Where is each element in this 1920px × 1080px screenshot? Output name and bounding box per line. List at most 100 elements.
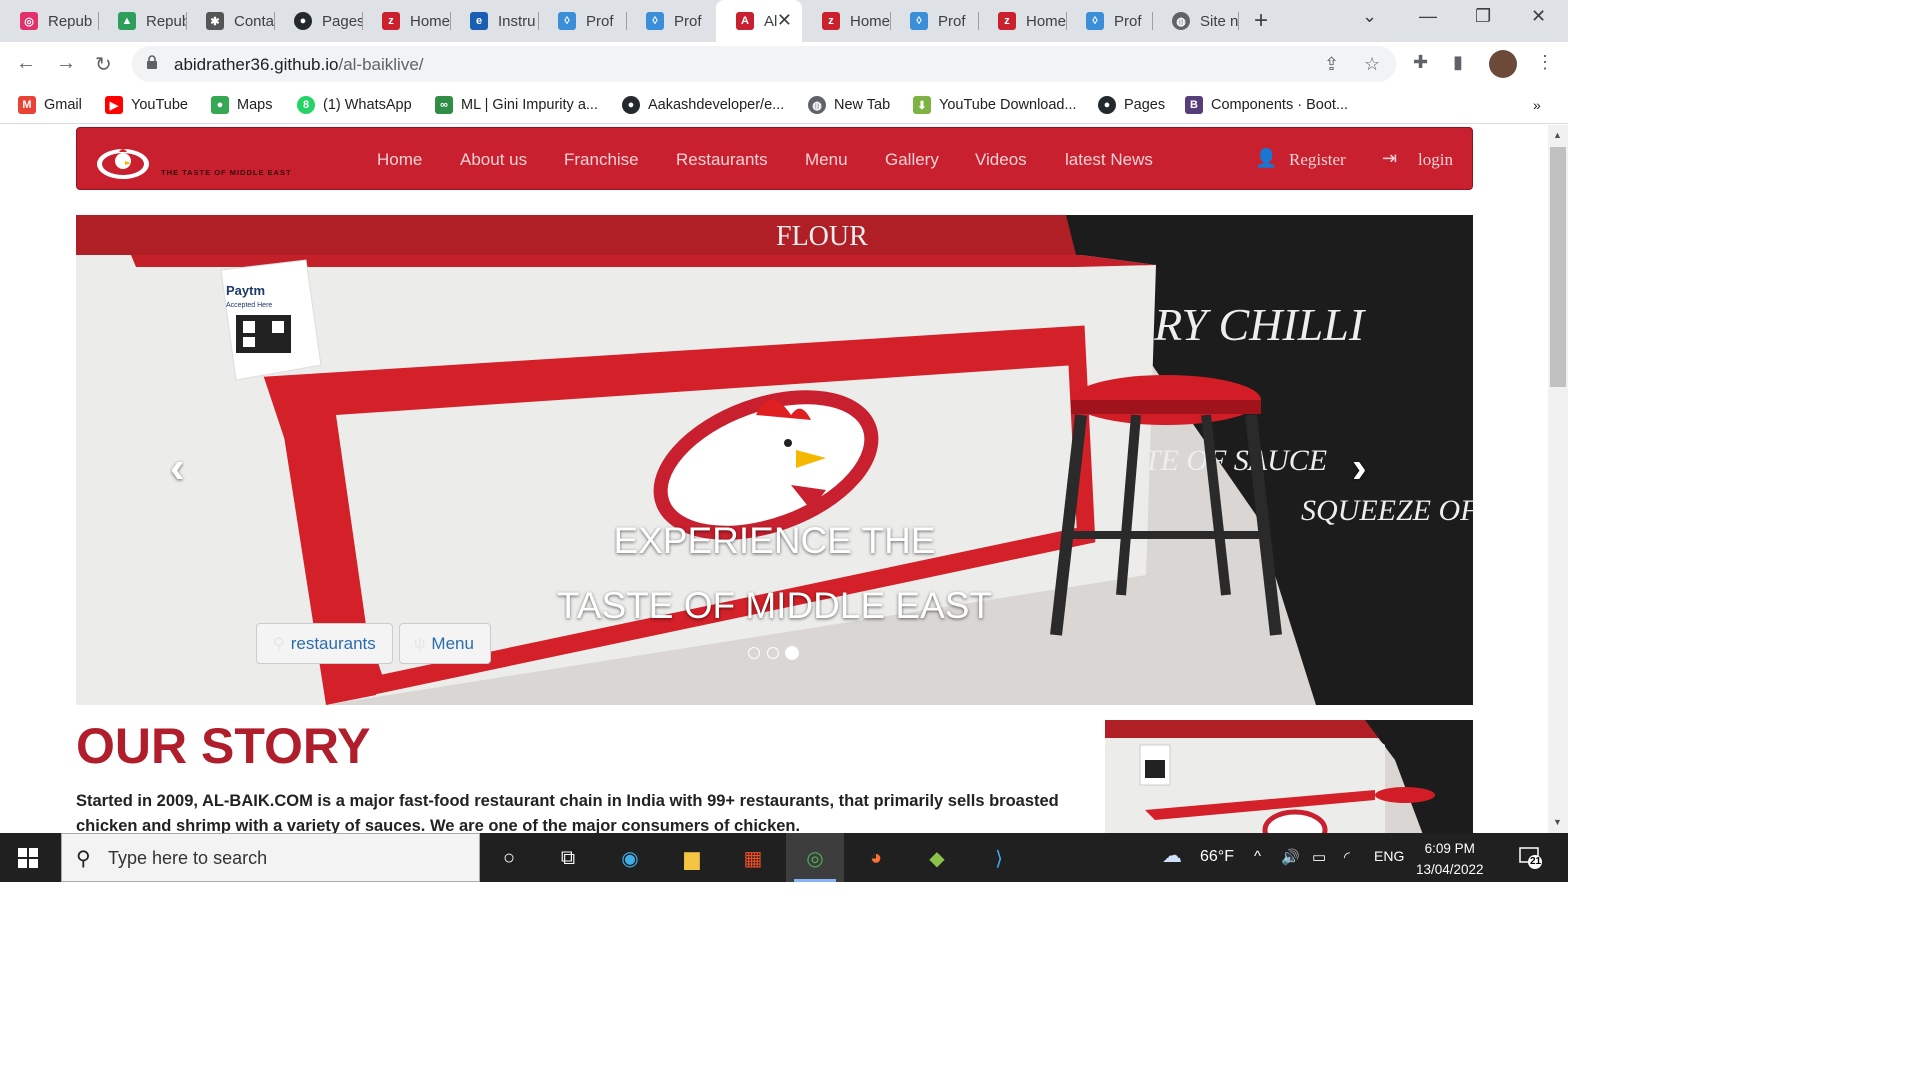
bookmark-youtube[interactable]: ▶ YouTube: [105, 94, 188, 116]
web-page: THE TASTE OF MIDDLE EAST Home About us F…: [0, 125, 1568, 833]
browser-tab[interactable]: ◍ Site n: [1152, 0, 1238, 42]
minimize-icon[interactable]: —: [1419, 6, 1437, 27]
nav-videos[interactable]: Videos: [975, 150, 1027, 170]
browser-tab[interactable]: ✱ Conta: [186, 0, 274, 42]
windows-start-icon[interactable]: [18, 848, 38, 868]
wall-text-chilli: ERY CHILLI: [1125, 299, 1367, 350]
bookmark-bootstrap[interactable]: B Components · Boot...: [1185, 94, 1348, 116]
page-scrollbar[interactable]: ▲ ▼: [1548, 125, 1568, 833]
story-title: OUR STORY: [76, 718, 371, 774]
carousel-indicator-1[interactable]: [748, 647, 760, 659]
close-window-icon[interactable]: ✕: [1531, 6, 1546, 27]
extensions-icon[interactable]: ✚: [1413, 52, 1428, 73]
bookmark-maps[interactable]: ● Maps: [211, 94, 272, 116]
instagram-icon: ◎: [20, 12, 38, 30]
close-icon[interactable]: ✕: [777, 10, 792, 31]
globe-icon: ◍: [808, 96, 826, 114]
restaurants-button[interactable]: ⚲ restaurants: [256, 623, 393, 664]
educba-icon: e: [470, 12, 488, 30]
task-view-icon[interactable]: ⧉: [552, 842, 584, 874]
gmail-icon: M: [18, 96, 36, 114]
login-link[interactable]: login: [1418, 150, 1453, 170]
scroll-down-icon[interactable]: ▼: [1553, 817, 1562, 827]
bookmark-github-aakash[interactable]: ● Aakashdeveloper/e...: [622, 94, 784, 116]
cortana-icon[interactable]: ○: [493, 842, 525, 874]
albaik-logo[interactable]: [95, 142, 155, 182]
vscode-icon[interactable]: ⟩: [983, 842, 1015, 874]
bookmark-pages[interactable]: ● Pages: [1098, 94, 1165, 116]
browser-tab[interactable]: ◎ Repub: [0, 0, 98, 42]
new-tab-icon[interactable]: +: [1254, 7, 1268, 35]
bookmark-whatsapp[interactable]: 8 (1) WhatsApp: [297, 94, 412, 116]
more-bookmarks-icon[interactable]: »: [1533, 94, 1541, 116]
back-icon[interactable]: ←: [16, 52, 36, 75]
language-indicator[interactable]: ENG: [1374, 848, 1404, 864]
github-icon: ●: [1098, 96, 1116, 114]
browser-tab[interactable]: e Instru: [450, 0, 538, 42]
chrome-icon[interactable]: ◎: [799, 842, 831, 874]
zomato-icon: z: [822, 12, 840, 30]
url-text: abidrather36.github.io/al-baiklive/: [174, 55, 424, 74]
file-explorer-icon[interactable]: ▆: [676, 842, 708, 874]
avatar[interactable]: [1489, 50, 1517, 78]
bookmark-youtube-download[interactable]: ⬇ YouTube Download...: [913, 94, 1077, 116]
browser-tab[interactable]: ◊ Prof: [1066, 0, 1152, 42]
browser-toolbar: ← → ↻ abidrather36.github.io/al-baiklive…: [0, 42, 1568, 86]
edge-icon[interactable]: ◉: [614, 842, 646, 874]
firefox-icon[interactable]: ◕: [860, 842, 892, 874]
browser-tab[interactable]: ▲ Repub: [98, 0, 186, 42]
wifi-icon[interactable]: ◜: [1344, 848, 1350, 866]
nav-franchise[interactable]: Franchise: [564, 150, 639, 170]
tray-chevron-icon[interactable]: ^: [1254, 848, 1261, 865]
menu-button[interactable]: ψ Menu: [399, 623, 491, 664]
tab-search-icon[interactable]: ⌄: [1362, 6, 1377, 27]
register-link[interactable]: Register: [1289, 150, 1346, 170]
browser-tab[interactable]: ◊ Prof: [626, 0, 714, 42]
address-bar[interactable]: abidrather36.github.io/al-baiklive/ ⇪ ☆: [132, 46, 1396, 82]
forward-icon[interactable]: →: [56, 52, 76, 75]
bookmark-new-tab[interactable]: ◍ New Tab: [808, 94, 890, 116]
drop-icon: ◊: [1086, 12, 1104, 30]
geeksforgeeks-icon: ∞: [435, 96, 453, 114]
browser-tab[interactable]: z Home: [362, 0, 450, 42]
browser-tab[interactable]: ● Pages: [274, 0, 362, 42]
weather-temp[interactable]: 66°F: [1200, 848, 1234, 866]
volume-icon[interactable]: 🔊: [1281, 848, 1300, 866]
carousel-indicator-2[interactable]: [767, 647, 779, 659]
nav-latest-news[interactable]: latest News: [1065, 150, 1153, 170]
battery-icon[interactable]: ▭: [1312, 848, 1326, 866]
browser-tab[interactable]: ◊ Prof: [890, 0, 978, 42]
browser-tab[interactable]: z Home: [978, 0, 1066, 42]
system-clock[interactable]: 6:09 PM 13/04/2022: [1416, 838, 1484, 880]
cutlery-icon: ψ: [414, 634, 426, 652]
carousel-indicator-3[interactable]: [785, 646, 799, 660]
browser-tab[interactable]: z Home: [802, 0, 890, 42]
nav-about-us[interactable]: About us: [460, 150, 527, 170]
bookmark-star-icon[interactable]: ☆: [1364, 54, 1380, 75]
reload-icon[interactable]: ↻: [95, 52, 112, 77]
scrollbar-thumb[interactable]: [1550, 147, 1566, 387]
microsoft-store-icon[interactable]: ▦: [737, 842, 769, 874]
notification-center-icon[interactable]: 21: [1518, 845, 1542, 869]
nav-home[interactable]: Home: [377, 150, 422, 170]
browser-tab[interactable]: ◊ Prof: [538, 0, 626, 42]
nav-gallery[interactable]: Gallery: [885, 150, 939, 170]
side-panel-icon[interactable]: ▮: [1453, 52, 1463, 73]
weather-cloud-icon[interactable]: ☁: [1162, 843, 1182, 868]
lock-icon: [147, 55, 157, 69]
zomato-icon: z: [998, 12, 1016, 30]
restore-icon[interactable]: ❐: [1475, 6, 1491, 27]
carousel-caption-line2: TASTE OF MIDDLE EAST: [556, 585, 993, 626]
nav-restaurants[interactable]: Restaurants: [676, 150, 768, 170]
scroll-up-icon[interactable]: ▲: [1553, 130, 1562, 140]
bookmark-gmail[interactable]: M Gmail: [18, 94, 82, 116]
carousel-prev-icon[interactable]: ‹: [170, 443, 185, 493]
bookmark-geeksforgeeks[interactable]: ∞ ML | Gini Impurity a...: [435, 94, 598, 116]
nav-menu[interactable]: Menu: [805, 150, 848, 170]
app-icon[interactable]: ◆: [921, 842, 953, 874]
share-icon[interactable]: ⇪: [1324, 54, 1339, 75]
carousel-next-icon[interactable]: ›: [1352, 443, 1367, 493]
browser-tab-active[interactable]: A Al ✕: [716, 0, 802, 42]
menu-kebab-icon[interactable]: ⋮: [1536, 52, 1554, 73]
taskbar-search-input[interactable]: ⚲ Type here to search: [61, 833, 480, 882]
